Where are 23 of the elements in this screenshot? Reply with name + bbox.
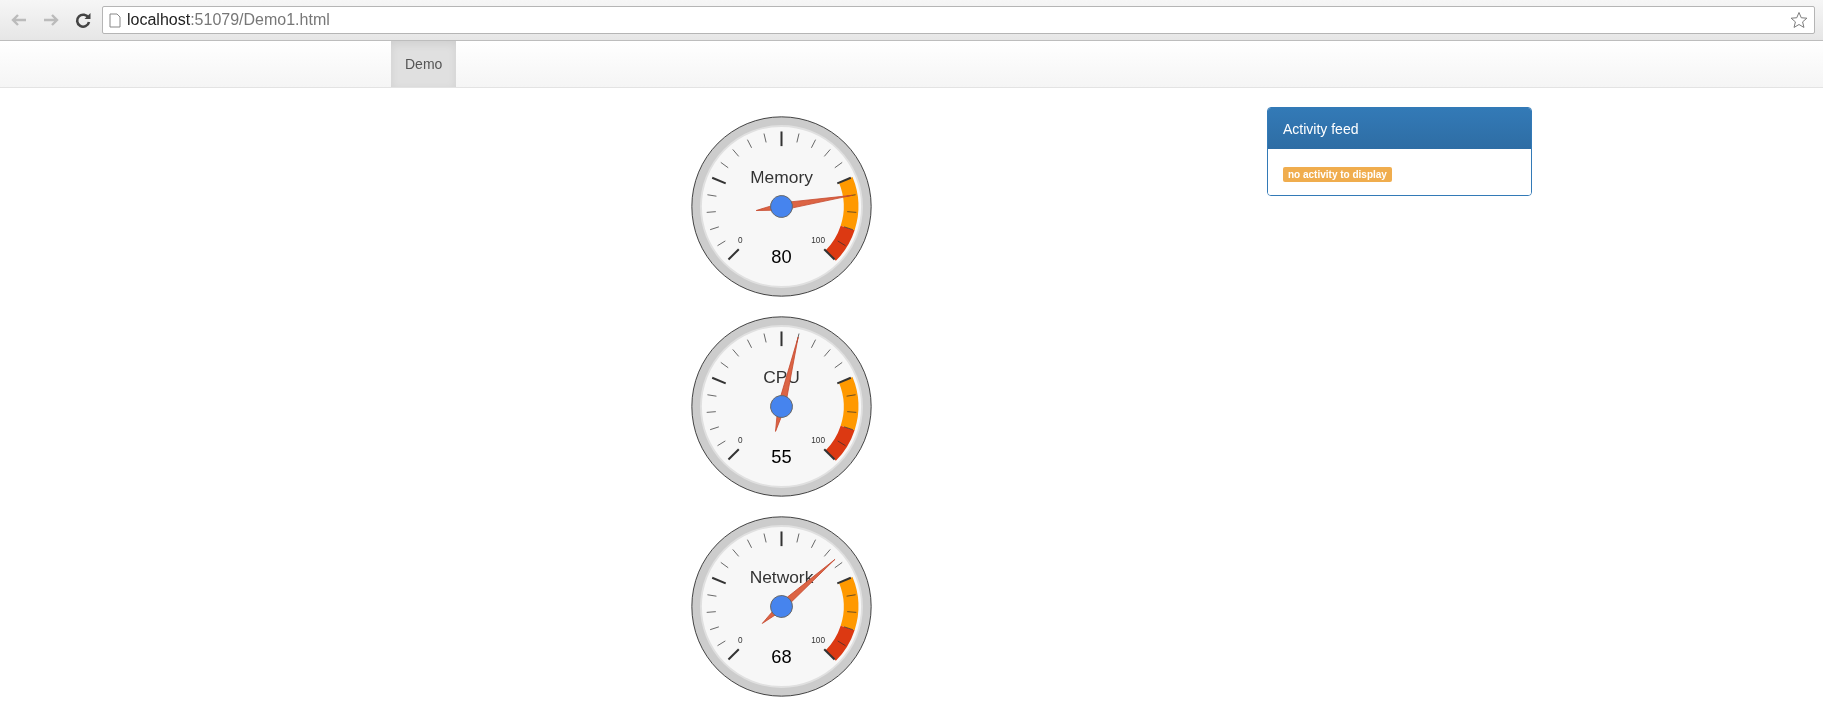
page-icon (109, 12, 121, 28)
panel-title: Activity feed (1268, 108, 1531, 149)
scale-max: 100 (811, 436, 825, 446)
scale-min: 0 (738, 436, 743, 446)
nav-tab[interactable]: Demo (391, 41, 457, 87)
address-bar[interactable]: localhost:51079/Demo1.html (102, 6, 1815, 34)
warning-band (839, 577, 859, 631)
scale-max: 100 (811, 636, 825, 646)
gauge-value: 80 (771, 246, 792, 268)
gauge-label: Network (749, 566, 814, 587)
gauge-value: 55 (771, 446, 792, 468)
warning-band (839, 377, 859, 431)
gauge-label: Memory (750, 166, 813, 187)
danger-band (825, 225, 855, 261)
danger-band (825, 625, 855, 661)
danger-band (825, 425, 855, 461)
warning-band (839, 177, 859, 231)
bookmark-star-icon[interactable] (1790, 11, 1808, 29)
scale-max: 100 (811, 236, 825, 246)
scale-min: 0 (738, 636, 743, 646)
empty-badge: no activity to display (1283, 167, 1392, 182)
gauge-value: 68 (771, 646, 792, 668)
scale-min: 0 (738, 236, 743, 246)
